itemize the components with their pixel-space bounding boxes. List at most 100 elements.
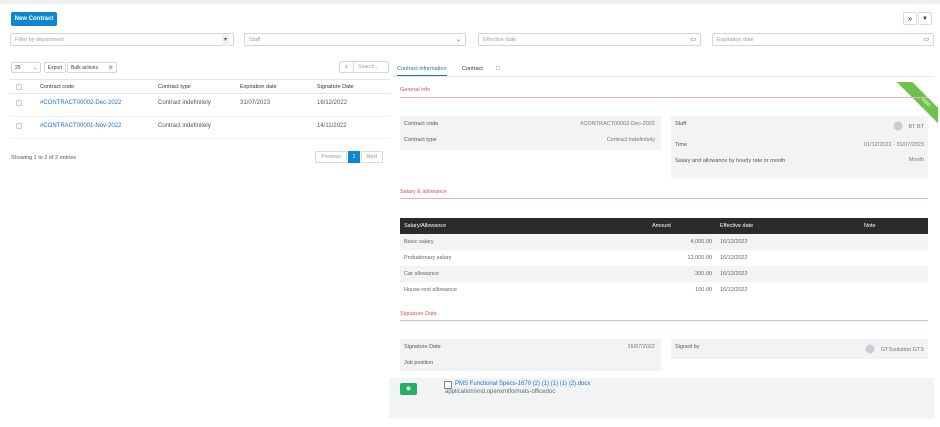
column-salary-allowance: Salary/Allowance [404, 223, 447, 229]
salary-row: Basic salary 4,000.00 16/12/2022 [400, 234, 928, 250]
signed-by-label: Signed by [675, 344, 700, 350]
salary-row: House rent allowance 100.00 16/12/2022 [400, 282, 928, 298]
salary-name: Probationary salary [404, 255, 452, 261]
job-position-label: Job position [404, 360, 434, 366]
general-info-card-right: Staff BT BT Time 01/12/2022 - 31/07/2023… [671, 116, 928, 178]
signature-date-cell: 16/12/2022 [317, 100, 348, 106]
previous-page-button[interactable]: Previous [315, 151, 347, 163]
attachment-file-link[interactable]: PMS Functional Specs-1670 (2) (1) (1) (1… [455, 381, 590, 387]
table-row[interactable]: #CONTRACT00001-Nov-2022 Contract indefin… [10, 117, 390, 139]
section-divider [400, 97, 928, 98]
signature-card-left: Signature Date 16/07/2022 Job position [400, 339, 661, 371]
bulk-actions-button[interactable]: Bulk actions ⟳ [67, 62, 117, 73]
column-signature-date[interactable]: Signature Date [317, 84, 354, 90]
effective-date-placeholder: Effective date [483, 37, 517, 43]
refresh-icon[interactable]: ⟳ [109, 63, 113, 73]
salary-row: Probationary salary 12,000.00 16/12/2022 [400, 250, 928, 266]
bulk-actions-label: Bulk actions [71, 65, 98, 71]
section-divider [400, 198, 928, 199]
expiration-date-cell: 31/07/2023 [240, 100, 271, 106]
search-icon: ⌕ [340, 62, 354, 72]
page-size-select[interactable]: 25 ⌄ [11, 62, 41, 73]
salary-date: 16/12/2022 [720, 287, 748, 293]
salary-row: Car allowance 300.00 16/12/2022 [400, 266, 928, 282]
time-label: Time [675, 142, 688, 148]
column-effective-date: Effective date [720, 223, 754, 229]
staff-value[interactable]: BT BT [909, 124, 925, 130]
next-page-button[interactable]: Next [361, 151, 383, 163]
salary-date: 16/12/2022 [720, 271, 748, 277]
salary-amount: 12,000.00 [687, 255, 712, 261]
contract-type-value: Contract indefinitely [606, 137, 655, 143]
salary-name: Basic salary [404, 239, 434, 245]
page-1-button[interactable]: 1 [348, 151, 360, 163]
contract-code-value: #CONTRACT00002-Dec-2022 [580, 121, 655, 127]
salary-amount: 300.00 [695, 271, 712, 277]
contract-type-label: Contract type [404, 137, 437, 143]
time-value: 01/12/2022 - 31/07/2023 [864, 142, 924, 148]
search-box[interactable]: ⌕ Search... [339, 61, 389, 73]
chevron-down-icon: ⌄ [455, 37, 461, 43]
contract-code-link[interactable]: #CONTRACT00002-Dec-2022 [40, 100, 121, 106]
column-expiration-date[interactable]: Expiration date [240, 84, 277, 90]
page-size-value: 25 [15, 65, 21, 71]
chevron-down-icon: ⌄ [32, 65, 37, 71]
signature-card-right: Signed by GTSsolution GTS [671, 339, 928, 359]
expiration-date-placeholder: Expiration date [717, 37, 754, 43]
export-button[interactable]: Export [44, 62, 66, 73]
contract-code-link[interactable]: #CONTRACT00001-Nov-2022 [40, 123, 121, 129]
contract-code-label: Contract code [404, 121, 439, 127]
tab-divider [393, 76, 934, 77]
attachment-area: ◉ PMS Functional Specs-1670 (2) (1) (1) … [389, 378, 934, 418]
salary-name: House rent allowance [404, 287, 457, 293]
tab-contract[interactable]: Contract [462, 63, 483, 75]
table-summary: Showing 1 to 2 of 2 entries [11, 155, 77, 161]
expiration-date-input[interactable]: Expiration date ▭ [712, 33, 934, 46]
select-all-checkbox[interactable] [16, 84, 22, 90]
calendar-icon[interactable]: ▭ [690, 34, 696, 46]
department-placeholder: Filter by department [15, 37, 64, 43]
salary-name: Car allowance [404, 271, 439, 277]
signed-by-value[interactable]: GTSsolution GTS [881, 347, 924, 353]
attachment-file-type: application/vnd.openxmlformats-officedoc [445, 389, 556, 395]
effective-date-input[interactable]: Effective date ▭ [478, 33, 701, 46]
column-note: Note [864, 223, 876, 229]
filter-icon[interactable]: ▼ [918, 12, 932, 25]
signature-date-value: 16/07/2022 [627, 344, 655, 350]
salary-basis-label: Salary and allowance by hourly rate or m… [675, 158, 786, 164]
tab-contract-information[interactable]: Contract information [397, 63, 447, 76]
avatar [893, 121, 903, 131]
expand-icon[interactable]: » [903, 12, 917, 25]
salary-date: 16/12/2022 [720, 255, 748, 261]
column-contract-type[interactable]: Contract type [158, 84, 191, 90]
signature-date-title: Signature Date [400, 311, 437, 317]
section-divider [400, 320, 928, 321]
contract-type-cell: Contract indefinitely [158, 123, 211, 129]
top-bar [0, 0, 940, 4]
contract-type-cell: Contract indefinitely [158, 100, 211, 106]
search-input[interactable]: Search... [355, 64, 378, 70]
new-contract-button[interactable]: New Contract [11, 12, 57, 26]
salary-amount: 4,000.00 [690, 239, 712, 245]
column-amount: Amount [652, 223, 671, 229]
salary-amount: 100.00 [695, 287, 712, 293]
staff-placeholder: Staff [249, 37, 261, 43]
department-filter[interactable]: Filter by department ▾ [10, 33, 234, 46]
salary-allowance-title: Salary & allowance [400, 189, 447, 195]
table-row[interactable]: #CONTRACT00002-Dec-2022 Contract indefin… [10, 94, 390, 117]
staff-label: Staff [675, 121, 687, 127]
row-checkbox[interactable] [16, 123, 22, 129]
salary-basis-value: Month [908, 157, 924, 163]
general-info-card-left: Contract code #CONTRACT00002-Dec-2022 Co… [400, 116, 661, 150]
general-info-title: General info [400, 87, 430, 93]
avatar [865, 344, 875, 354]
staff-filter[interactable]: Staff ⌄ [244, 33, 466, 46]
chevron-down-icon: ▾ [221, 34, 229, 46]
view-file-icon[interactable]: ◉ [400, 383, 417, 395]
column-contract-code[interactable]: Contract code [40, 84, 74, 90]
calendar-icon[interactable]: ▭ [923, 34, 929, 46]
fullscreen-icon[interactable]: ⛶ [496, 63, 500, 75]
row-checkbox[interactable] [16, 100, 22, 106]
table-header: Contract code Contract type Expiration d… [10, 79, 390, 94]
salary-table-header: Salary/Allowance Amount Effective date N… [400, 218, 928, 234]
